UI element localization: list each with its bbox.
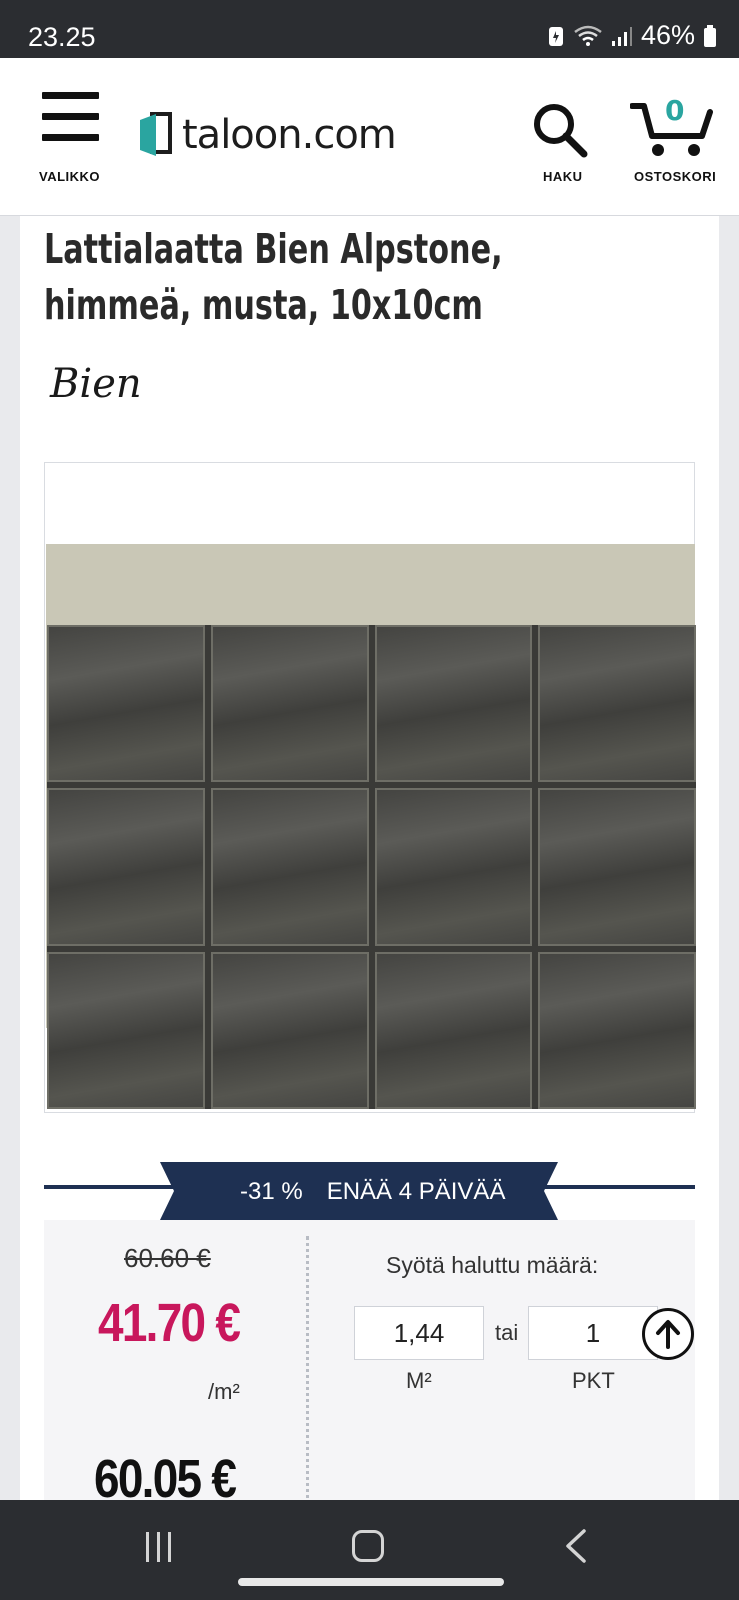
promo-banner-text: -31 % ENÄÄ 4 PÄIVÄÄ — [200, 1178, 580, 1206]
search-button[interactable]: HAKU — [526, 58, 596, 216]
tile — [538, 625, 696, 783]
tile — [210, 625, 369, 783]
tile — [210, 951, 369, 1109]
quantity-pkt-input[interactable] — [528, 1306, 658, 1360]
product-page: Lattialaatta Bien Alpstone, himmeä, must… — [20, 216, 719, 1500]
price-unit: /m² — [208, 1379, 240, 1404]
wifi-icon — [574, 25, 602, 46]
cart-label: OSTOSKORI — [634, 169, 717, 184]
search-label: HAKU — [543, 169, 583, 184]
product-title: Lattialaatta Bien Alpstone, himmeä, must… — [44, 221, 700, 333]
product-image[interactable] — [44, 462, 696, 1113]
logo-text: taloon.com — [182, 112, 397, 158]
package-price: 60.05 € — [94, 1449, 237, 1500]
scroll-to-top-button[interactable] — [642, 1308, 694, 1360]
sale-price: 41.70 € — [98, 1293, 241, 1353]
quantity-m2-input[interactable] — [354, 1306, 484, 1360]
status-time: 23.25 — [28, 22, 96, 52]
tile — [47, 788, 205, 946]
menu-button[interactable]: VALIKKO — [30, 58, 112, 216]
product-title-line1: Lattialaatta Bien Alpstone, — [44, 225, 503, 273]
tile — [538, 788, 696, 946]
arrow-up-icon — [656, 1320, 680, 1349]
price-divider — [306, 1236, 309, 1500]
tile-grid-image — [46, 544, 696, 1109]
days-left: ENÄÄ 4 PÄIVÄÄ — [326, 1178, 506, 1205]
battery-icon — [704, 24, 716, 47]
menu-label: VALIKKO — [39, 169, 101, 184]
battery-saver-icon — [548, 26, 563, 46]
recent-apps-button[interactable] — [146, 1532, 171, 1562]
pkt-unit-label: PKT — [572, 1368, 615, 1393]
quantity-label: Syötä haluttu määrä: — [386, 1252, 599, 1278]
brand-logo[interactable]: Bien — [50, 361, 142, 407]
old-price: 60.60 € — [124, 1243, 211, 1273]
system-navbar — [0, 1500, 739, 1600]
back-button[interactable] — [564, 1528, 588, 1564]
tile — [47, 625, 205, 783]
search-icon — [534, 104, 588, 158]
cart-count-badge: 0 — [665, 94, 685, 127]
tile-grid — [47, 625, 696, 1109]
home-button[interactable] — [352, 1530, 384, 1562]
status-bar: 23.25 46% — [0, 0, 739, 58]
site-header: VALIKKO taloon.com HAKU 0 OSTOSKORI — [0, 58, 739, 216]
m2-unit-label: M² — [406, 1368, 432, 1393]
hamburger-icon — [42, 92, 99, 142]
site-logo[interactable]: taloon.com — [136, 110, 397, 160]
gesture-handle[interactable] — [238, 1578, 504, 1586]
tile — [538, 951, 696, 1109]
discount-percent: -31 % — [240, 1178, 303, 1205]
tile — [374, 625, 533, 783]
tile — [210, 788, 369, 946]
logo-door-icon — [140, 112, 172, 156]
product-title-line2: himmeä, musta, 10x10cm — [44, 281, 483, 329]
status-icons: 46% — [547, 20, 717, 51]
or-text: tai — [495, 1320, 519, 1345]
tile — [374, 788, 533, 946]
signal-icon — [611, 26, 632, 46]
battery-percent: 46% — [640, 20, 695, 50]
tile — [374, 951, 533, 1109]
tile — [47, 951, 205, 1109]
cart-button[interactable]: 0 OSTOSKORI — [620, 58, 720, 216]
